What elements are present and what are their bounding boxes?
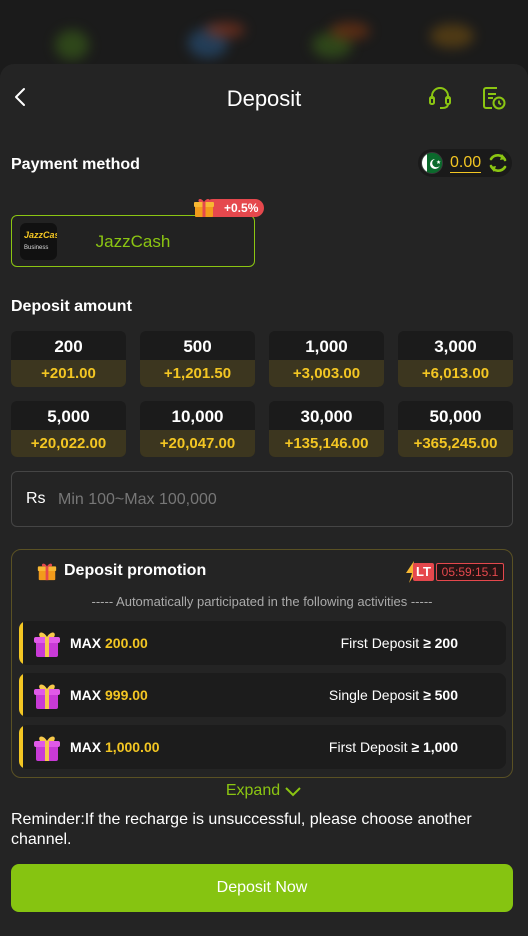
- expand-label: Expand: [225, 782, 281, 799]
- payment-method-name: JazzCash: [95, 232, 171, 251]
- amount-value: 200: [54, 337, 83, 356]
- amount-input[interactable]: [58, 482, 498, 518]
- payment-method-jazzcash[interactable]: JazzCash Business JazzCash: [11, 215, 255, 267]
- blurred-shape: [205, 22, 245, 38]
- balance-widget: 0.00: [418, 149, 512, 177]
- payment-method-title: Payment method: [11, 156, 140, 173]
- pakistan-flag-icon: [421, 152, 443, 174]
- expand-toggle[interactable]: Expand: [0, 782, 528, 800]
- amount-value: 1,000: [305, 337, 348, 356]
- blurred-shape: [430, 24, 474, 48]
- amount-bonus: +3,003.00: [269, 360, 384, 387]
- amount-bonus: +1,201.50: [140, 360, 255, 387]
- amount-bonus: +201.00: [11, 360, 126, 387]
- promotion-max: MAX 999.00: [70, 687, 148, 703]
- deposit-history-icon[interactable]: [480, 84, 508, 112]
- promotion-max: MAX 1,000.00: [70, 739, 160, 755]
- promotion-row[interactable]: MAX 200.00 First Deposit ≥ 200: [19, 621, 506, 665]
- gift-box-icon: [34, 684, 60, 709]
- amount-bonus: +20,022.00: [11, 430, 126, 457]
- deposit-now-button[interactable]: Deposit Now: [11, 864, 513, 912]
- gift-box-icon: [34, 632, 60, 657]
- amount-option[interactable]: 1,000 +3,003.00: [269, 331, 384, 387]
- promotion-condition: First Deposit ≥ 1,000: [328, 739, 458, 755]
- currency-label: Rs: [26, 490, 46, 507]
- amount-bonus: +6,013.00: [398, 360, 513, 387]
- promotion-condition: Single Deposit ≥ 500: [328, 687, 458, 703]
- row-accent-bar: [19, 621, 23, 665]
- amount-option[interactable]: 5,000 +20,022.00: [11, 401, 126, 457]
- header: Deposit: [0, 64, 528, 134]
- blurred-shape: [330, 22, 370, 40]
- jazzcash-logo: JazzCash Business: [20, 223, 57, 260]
- deposit-amount-title: Deposit amount: [11, 298, 132, 315]
- row-accent-bar: [19, 725, 23, 769]
- blurred-shape: [55, 30, 89, 60]
- amount-option[interactable]: 3,000 +6,013.00: [398, 331, 513, 387]
- amount-value: 50,000: [429, 407, 482, 426]
- promotion-row[interactable]: MAX 1,000.00 First Deposit ≥ 1,000: [19, 725, 506, 769]
- amount-option[interactable]: 30,000 +135,146.00: [269, 401, 384, 457]
- deposit-sheet: Deposit Payment method 0.00 JazzCa Busin…: [0, 64, 528, 936]
- promotion-row[interactable]: MAX 999.00 Single Deposit ≥ 500: [19, 673, 506, 717]
- deposit-promotion-panel: Deposit promotion LT 05:59:15.1 ----- Au…: [11, 549, 513, 778]
- amount-option[interactable]: 200 +201.00: [11, 331, 126, 387]
- amount-option[interactable]: 10,000 +20,047.00: [140, 401, 255, 457]
- amount-value: 500: [183, 337, 212, 356]
- amount-value: 30,000: [300, 407, 353, 426]
- gift-icon: [194, 198, 214, 217]
- customer-service-icon[interactable]: [426, 84, 454, 112]
- amount-option[interactable]: 50,000 +365,245.00: [398, 401, 513, 457]
- amount-bonus: +135,146.00: [269, 430, 384, 457]
- limited-time-badge: LT: [413, 563, 434, 581]
- amount-value: 3,000: [434, 337, 477, 356]
- amount-value: 10,000: [171, 407, 224, 426]
- gift-icon: [37, 563, 57, 581]
- row-accent-bar: [19, 673, 23, 717]
- amount-value: 5,000: [47, 407, 90, 426]
- balance-value: 0.00: [450, 154, 482, 173]
- chevron-down-icon: [285, 787, 301, 797]
- amount-bonus: +365,245.00: [398, 430, 513, 457]
- amount-option[interactable]: 500 +1,201.50: [140, 331, 255, 387]
- promotion-subtitle: ----- Automatically participated in the …: [91, 594, 433, 609]
- promotion-timer: 05:59:15.1: [436, 563, 504, 581]
- promotion-title: Deposit promotion: [64, 562, 207, 579]
- promotion-max: MAX 200.00: [70, 635, 148, 651]
- gift-box-icon: [34, 736, 60, 761]
- amount-input-field: Rs: [11, 471, 513, 527]
- refresh-icon[interactable]: [486, 151, 510, 175]
- amount-bonus: +20,047.00: [140, 430, 255, 457]
- reminder-text: Reminder:If the recharge is unsuccessful…: [11, 811, 472, 848]
- promotion-condition: First Deposit ≥ 200: [340, 635, 458, 651]
